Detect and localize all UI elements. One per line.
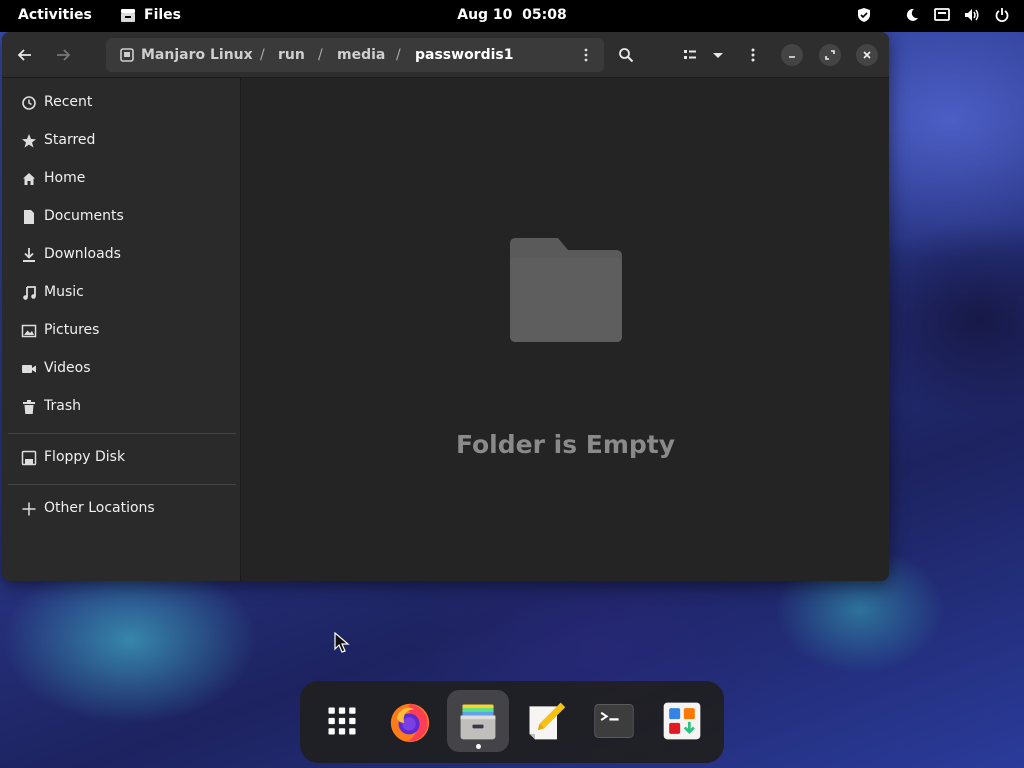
empty-folder-message: Folder is Empty	[455, 430, 676, 459]
sidebar-item-label: Downloads	[44, 246, 121, 262]
breadcrumb-run[interactable]: run	[278, 47, 305, 63]
sidebar-item-label: Trash	[44, 398, 81, 414]
top-bar: Activities Files Aug 10 05:08	[0, 0, 1024, 32]
trash-icon	[21, 399, 37, 415]
dock	[300, 681, 724, 763]
close-button[interactable]	[856, 44, 878, 66]
sidebar-item-other-locations[interactable]: Other Locations	[8, 491, 236, 527]
activities-button[interactable]: Activities	[18, 7, 92, 23]
maximize-icon	[825, 50, 835, 60]
volume-icon[interactable]	[964, 7, 980, 23]
breadcrumb-separator: /	[318, 47, 323, 63]
breadcrumb-separator: /	[260, 47, 265, 63]
sidebar-item-label: Home	[44, 170, 86, 186]
minimize-button[interactable]	[781, 44, 803, 66]
breadcrumb-current[interactable]: passwordis1	[415, 47, 514, 63]
clock-icon	[21, 95, 37, 111]
display-icon[interactable]	[934, 7, 950, 23]
mouse-cursor-icon	[334, 631, 350, 654]
clock[interactable]: Aug 10 05:08	[457, 7, 567, 23]
view-options-button[interactable]	[705, 40, 731, 70]
files-icon	[460, 704, 496, 740]
breadcrumb-separator: /	[396, 47, 401, 63]
menu-icon	[751, 48, 755, 62]
app-name: Files	[144, 7, 181, 23]
chevron-down-icon	[713, 53, 723, 58]
list-view-icon	[684, 50, 696, 59]
picture-icon	[21, 323, 37, 339]
breadcrumb-media[interactable]: media	[337, 47, 385, 63]
sidebar-item-videos[interactable]: Videos	[8, 351, 236, 387]
dock-app-grid[interactable]	[311, 690, 373, 752]
sidebar-item-label: Videos	[44, 360, 91, 376]
sidebar-item-recent[interactable]: Recent	[8, 85, 236, 121]
document-icon	[21, 209, 37, 225]
dock-files[interactable]	[447, 690, 509, 752]
path-menu-icon[interactable]	[578, 47, 594, 63]
breadcrumb-root[interactable]: Manjaro Linux	[141, 47, 253, 63]
sidebar-divider	[8, 433, 236, 434]
night-light-icon[interactable]	[904, 7, 920, 23]
running-indicator	[476, 744, 481, 749]
clock-time: 05:08	[522, 7, 567, 23]
dock-text-editor[interactable]	[515, 690, 577, 752]
close-icon	[863, 51, 871, 59]
sidebar-divider	[8, 484, 236, 485]
sidebar-item-label: Starred	[44, 132, 96, 148]
path-bar[interactable]: Manjaro Linux / run / media / passwordis…	[106, 38, 604, 72]
sidebar-item-downloads[interactable]: Downloads	[8, 237, 236, 273]
video-icon	[21, 361, 37, 377]
sidebar-item-label: Music	[44, 284, 84, 300]
sidebar-item-pictures[interactable]: Pictures	[8, 313, 236, 349]
floppy-icon	[21, 450, 37, 466]
system-status-area[interactable]	[856, 7, 1010, 23]
sidebar-item-label: Floppy Disk	[44, 449, 126, 465]
sidebar-item-music[interactable]: Music	[8, 275, 236, 311]
app-menu[interactable]: Files	[120, 7, 181, 23]
files-app-icon	[120, 7, 136, 23]
arrow-right-icon	[57, 49, 71, 61]
download-icon	[21, 247, 37, 263]
software-icon	[663, 702, 701, 740]
app-grid-icon	[328, 707, 356, 735]
power-icon[interactable]	[994, 7, 1010, 23]
view-list-button[interactable]	[675, 40, 705, 70]
dock-terminal[interactable]	[583, 690, 645, 752]
home-icon	[21, 171, 37, 187]
dock-firefox[interactable]	[379, 690, 441, 752]
sidebar: Recent Starred Home Documents Downloads …	[2, 78, 241, 581]
back-button[interactable]	[10, 40, 40, 70]
search-button[interactable]	[611, 40, 641, 70]
sidebar-item-documents[interactable]: Documents	[8, 199, 236, 235]
arrow-left-icon	[17, 49, 31, 61]
drive-icon	[120, 48, 134, 62]
file-view[interactable]: Folder is Empty	[242, 78, 889, 581]
sidebar-item-trash[interactable]: Trash	[8, 389, 236, 425]
sidebar-item-floppy-disk[interactable]: Floppy Disk	[8, 440, 236, 476]
search-icon	[619, 48, 634, 63]
header-bar: Manjaro Linux / run / media / passwordis…	[2, 32, 889, 78]
text-editor-icon	[529, 702, 566, 740]
shield-icon[interactable]	[856, 7, 872, 23]
sidebar-item-label: Documents	[44, 208, 124, 224]
terminal-icon	[594, 704, 634, 738]
sidebar-item-label: Other Locations	[44, 500, 155, 516]
clock-date: Aug 10	[457, 7, 513, 23]
dock-software[interactable]	[651, 690, 713, 752]
sidebar-item-starred[interactable]: Starred	[8, 123, 236, 159]
star-icon	[21, 133, 37, 149]
plus-icon	[21, 501, 37, 517]
minimize-icon	[789, 56, 795, 58]
main-menu-button[interactable]	[738, 40, 768, 70]
music-icon	[21, 285, 37, 301]
forward-button[interactable]	[48, 40, 78, 70]
sidebar-item-label: Pictures	[44, 322, 100, 338]
maximize-button[interactable]	[819, 44, 841, 66]
folder-icon	[510, 238, 622, 342]
sidebar-item-label: Recent	[44, 94, 93, 110]
sidebar-item-home[interactable]: Home	[8, 161, 236, 197]
firefox-icon	[390, 703, 430, 743]
files-window: Manjaro Linux / run / media / passwordis…	[2, 32, 889, 581]
